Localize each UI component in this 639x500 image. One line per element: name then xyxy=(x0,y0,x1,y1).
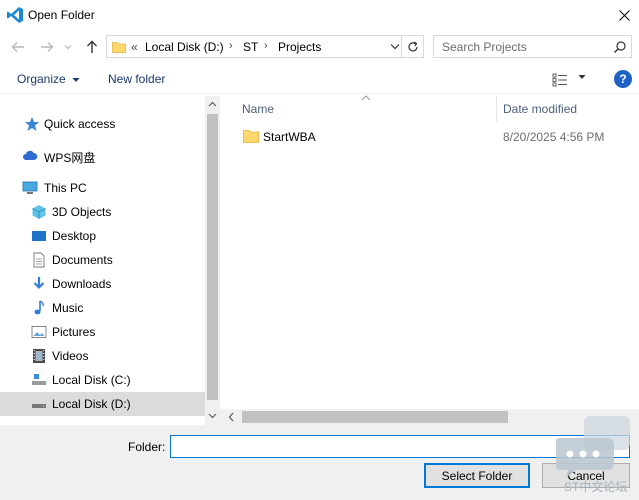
chevron-up-icon xyxy=(208,101,217,107)
sidebar-item-label: Downloads xyxy=(52,277,112,291)
caret-down-icon xyxy=(72,78,80,82)
caret-down-icon[interactable] xyxy=(578,74,586,80)
back-button[interactable] xyxy=(9,38,27,56)
breadcrumb-chevron[interactable]: › xyxy=(264,40,268,52)
organize-label: Organize xyxy=(17,72,66,86)
sidebar-item-label: Local Disk (D:) xyxy=(52,397,131,411)
chevron-down-icon xyxy=(208,413,217,419)
sidebar-item-wps-cloud[interactable]: WPS网盘 xyxy=(0,144,205,168)
sidebar-item-label: Desktop xyxy=(52,229,97,243)
column-header-date-modified[interactable]: Date modified xyxy=(503,102,577,116)
folder-input[interactable] xyxy=(170,435,630,458)
item-name: StartWBA xyxy=(263,130,316,144)
music-icon xyxy=(34,300,44,315)
scroll-up-arrow[interactable] xyxy=(208,100,217,109)
picture-icon xyxy=(31,326,47,338)
sidebar-item-label: Music xyxy=(52,301,84,315)
sidebar-item-label: Documents xyxy=(52,253,113,267)
sidebar-item-music[interactable]: Music xyxy=(0,296,205,320)
sidebar-item-label: WPS网盘 xyxy=(44,151,96,165)
sidebar-item-label: Quick access xyxy=(44,117,116,131)
sidebar-item-label: Videos xyxy=(52,349,89,363)
column-header-name[interactable]: Name xyxy=(242,102,274,116)
sidebar-scrollbar[interactable] xyxy=(205,96,220,425)
video-icon xyxy=(33,349,45,363)
organize-button[interactable]: Organize xyxy=(17,72,80,86)
sidebar-item-videos[interactable]: Videos xyxy=(0,344,205,368)
search-icon[interactable] xyxy=(613,40,627,54)
item-date: 8/20/2025 4:56 PM xyxy=(503,130,605,144)
arrow-right-icon xyxy=(41,42,54,52)
sidebar-item-documents[interactable]: Documents xyxy=(0,248,205,272)
breadcrumb-chevron[interactable]: › xyxy=(229,40,233,52)
title-bar: Open Folder xyxy=(0,0,639,30)
address-overflow[interactable]: « xyxy=(131,40,138,54)
navigation-pane: Quick access WPS网盘 This PC 3D Objects De… xyxy=(0,96,205,425)
recent-locations-button[interactable] xyxy=(62,38,74,56)
navigation-bar: « Local Disk (D:) › ST › Projects Search… xyxy=(0,33,639,61)
sidebar-item-3d-objects[interactable]: 3D Objects xyxy=(0,200,205,224)
arrow-up-icon xyxy=(87,40,97,53)
star-icon xyxy=(25,117,39,131)
search-input[interactable]: Search Projects xyxy=(442,40,527,54)
address-bar[interactable]: « Local Disk (D:) › ST › Projects xyxy=(106,35,402,58)
dialog-footer: Folder: Select Folder Cancel xyxy=(0,425,639,500)
window-title: Open Folder xyxy=(28,8,95,22)
close-icon xyxy=(618,9,630,21)
command-bar: Organize New folder ? xyxy=(0,66,639,94)
folder-icon xyxy=(112,42,126,53)
drive-d-icon xyxy=(32,404,46,408)
breadcrumb-local-disk-d[interactable]: Local Disk (D:) xyxy=(145,40,224,54)
help-icon[interactable]: ? xyxy=(614,70,632,88)
select-folder-button[interactable]: Select Folder xyxy=(424,463,530,488)
arrow-left-icon xyxy=(11,42,24,52)
cloud-icon xyxy=(23,150,38,160)
close-button[interactable] xyxy=(609,0,639,30)
up-button[interactable] xyxy=(83,38,101,56)
breadcrumb-st[interactable]: ST xyxy=(243,40,258,54)
scroll-down-arrow[interactable] xyxy=(208,412,217,421)
sort-ascending-icon xyxy=(361,95,371,101)
cancel-button[interactable]: Cancel xyxy=(542,463,630,488)
sidebar-item-pictures[interactable]: Pictures xyxy=(0,320,205,344)
vscode-icon xyxy=(7,7,23,23)
sidebar-item-desktop[interactable]: Desktop xyxy=(0,224,205,248)
computer-icon xyxy=(22,181,38,194)
desktop-icon xyxy=(32,231,46,241)
forward-button[interactable] xyxy=(38,38,56,56)
sidebar-item-label: Local Disk (C:) xyxy=(52,373,131,387)
download-icon xyxy=(33,277,45,290)
scrollbar-thumb[interactable] xyxy=(207,114,218,400)
new-folder-button[interactable]: New folder xyxy=(108,72,165,86)
breadcrumb-projects[interactable]: Projects xyxy=(278,40,321,54)
column-divider[interactable] xyxy=(496,96,497,122)
chevron-down-icon xyxy=(64,45,72,50)
refresh-button[interactable] xyxy=(401,35,424,58)
cube-icon xyxy=(32,205,46,219)
sidebar-item-label: 3D Objects xyxy=(52,205,112,219)
document-icon xyxy=(33,252,45,268)
sidebar-item-label: Pictures xyxy=(52,325,96,339)
folder-icon xyxy=(243,130,259,143)
drive-c-icon xyxy=(32,374,46,385)
sidebar-item-local-disk-d[interactable]: Local Disk (D:) xyxy=(0,392,205,416)
sidebar-item-downloads[interactable]: Downloads xyxy=(0,272,205,296)
sidebar-item-this-pc[interactable]: This PC xyxy=(0,176,205,200)
file-list-horizontal-scrollbar[interactable] xyxy=(220,409,639,425)
sidebar-item-quick-access[interactable]: Quick access xyxy=(0,112,205,136)
folder-label: Folder: xyxy=(128,440,166,454)
chevron-down-icon xyxy=(390,44,400,50)
list-item[interactable]: StartWBA 8/20/2025 4:56 PM xyxy=(238,126,638,148)
sidebar-item-local-disk-c[interactable]: Local Disk (C:) xyxy=(0,368,205,392)
refresh-icon xyxy=(407,40,418,51)
file-list: Name Date modified StartWBA 8/20/2025 4:… xyxy=(220,95,639,425)
chevron-left-icon[interactable] xyxy=(228,412,234,422)
view-options-icon[interactable] xyxy=(552,73,568,87)
scrollbar-thumb[interactable] xyxy=(242,411,508,423)
sidebar-item-label: This PC xyxy=(44,181,87,195)
search-box[interactable]: Search Projects xyxy=(433,35,632,58)
